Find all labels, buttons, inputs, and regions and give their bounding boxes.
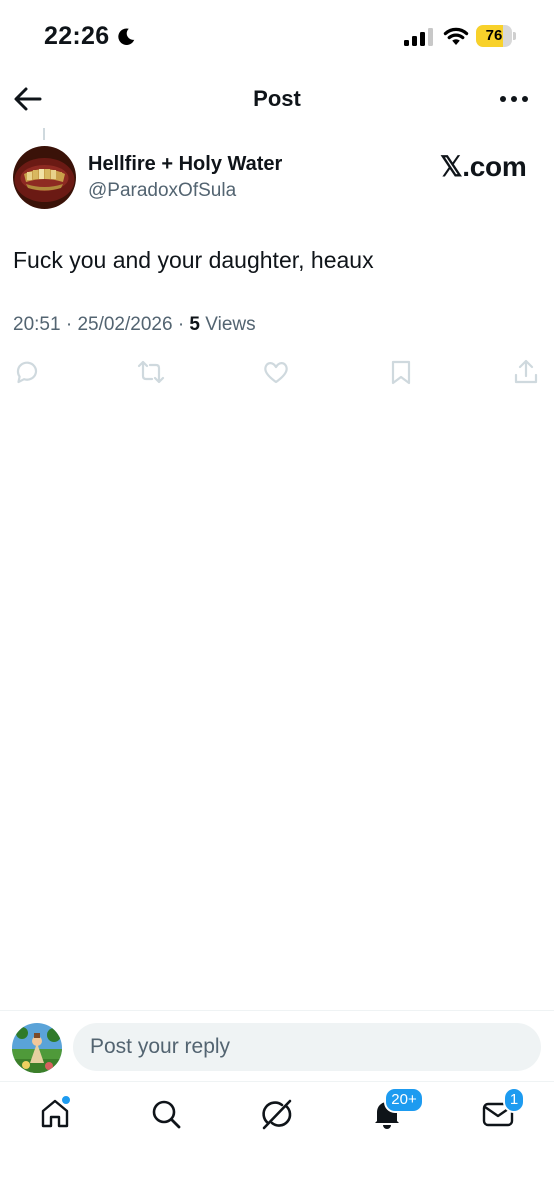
signal-icon xyxy=(404,28,433,46)
search-icon xyxy=(152,1100,181,1129)
repost-button[interactable] xyxy=(137,358,167,388)
more-button[interactable] xyxy=(496,88,532,110)
avatar-image xyxy=(13,146,76,209)
views-label[interactable]: Views xyxy=(205,314,255,335)
status-time: 22:26 xyxy=(44,22,110,50)
header: Post xyxy=(0,74,554,124)
status-bar: 22:26 76 xyxy=(0,0,554,74)
reply-bar xyxy=(0,1010,554,1082)
author-name[interactable]: Hellfire + Holy Water xyxy=(88,153,282,176)
x-com-watermark: 𝕏.com xyxy=(440,151,527,182)
post-time: 20:51 xyxy=(13,314,61,335)
page-title: Post xyxy=(253,86,301,111)
post-actions xyxy=(0,358,554,392)
nav-messages[interactable]: 1 xyxy=(481,1087,525,1137)
battery-level: 76 xyxy=(485,27,503,44)
more-horizontal-icon xyxy=(500,96,528,102)
like-icon xyxy=(264,362,288,384)
meta-separator: · xyxy=(177,314,185,335)
thread-line xyxy=(43,128,45,140)
post-meta: 20:51 · 25/02/2026 · 5 Views xyxy=(13,314,256,336)
meta-separator: · xyxy=(65,314,73,335)
reply-input[interactable] xyxy=(73,1023,541,1071)
post-date: 25/02/2026 xyxy=(77,314,173,335)
reply-icon xyxy=(16,361,38,384)
repost-icon xyxy=(137,360,165,384)
post-text: Fuck you and your daughter, heaux xyxy=(13,247,374,273)
like-button[interactable] xyxy=(262,358,292,388)
nav-home[interactable] xyxy=(38,1095,78,1137)
author-handle[interactable]: @ParadoxOfSula xyxy=(88,180,236,202)
reply-button[interactable] xyxy=(13,358,43,388)
nav-search[interactable] xyxy=(149,1097,189,1137)
share-icon xyxy=(514,359,538,384)
moon-icon xyxy=(118,28,135,45)
nav-notifications[interactable]: 20+ xyxy=(370,1087,424,1137)
messages-badge: 1 xyxy=(503,1087,525,1113)
user-avatar[interactable] xyxy=(12,1023,62,1073)
share-button[interactable] xyxy=(512,358,542,388)
views-count[interactable]: 5 xyxy=(189,314,200,335)
bottom-nav: 20+ 1 xyxy=(0,1083,554,1200)
bookmark-button[interactable] xyxy=(387,358,417,388)
battery-icon: 76 xyxy=(476,25,516,47)
user-avatar-image xyxy=(12,1023,62,1073)
grok-icon xyxy=(262,1099,292,1130)
nav-grok[interactable] xyxy=(260,1097,300,1137)
bookmark-icon xyxy=(391,360,411,385)
author-avatar[interactable] xyxy=(13,146,76,209)
notifications-badge: 20+ xyxy=(384,1087,424,1113)
home-notification-dot xyxy=(61,1095,71,1105)
wifi-icon xyxy=(443,27,469,45)
